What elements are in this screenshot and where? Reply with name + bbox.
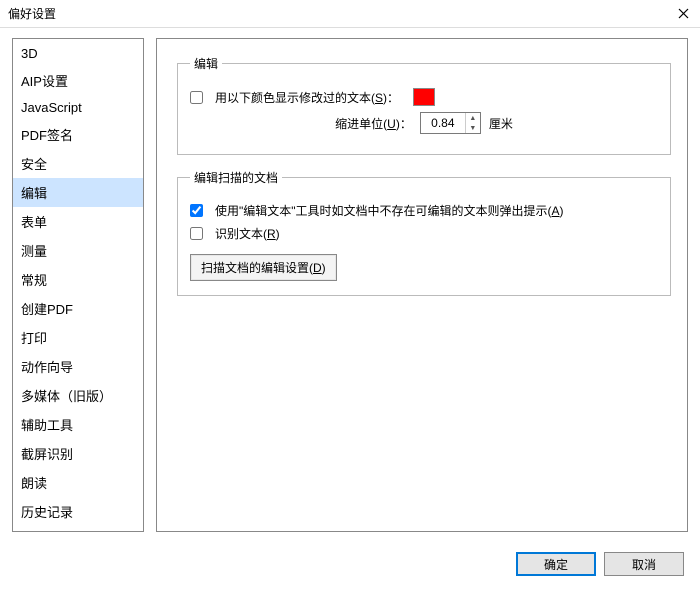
- sidebar-item-7[interactable]: 测量: [13, 236, 143, 265]
- sidebar: 3DAIP设置JavaScriptPDF签名安全编辑表单测量常规创建PDF打印动…: [12, 38, 144, 532]
- group-scanned-doc: 编辑扫描的文档 使用"编辑文本"工具时如文档中不存在可编辑的文本则弹出提示(A)…: [177, 169, 671, 296]
- sidebar-item-0[interactable]: 3D: [13, 41, 143, 66]
- label-show-color: 用以下颜色显示修改过的文本(S)：: [215, 89, 399, 106]
- checkbox-show-color[interactable]: [190, 91, 203, 104]
- stepper-down-icon[interactable]: ▼: [466, 123, 480, 133]
- category-list[interactable]: 3DAIP设置JavaScriptPDF签名安全编辑表单测量常规创建PDF打印动…: [13, 39, 143, 531]
- sidebar-item-9[interactable]: 创建PDF: [13, 294, 143, 323]
- cancel-button[interactable]: 取消: [604, 552, 684, 576]
- indent-stepper[interactable]: 0.84 ▲ ▼: [420, 112, 481, 134]
- scan-settings-button[interactable]: 扫描文档的编辑设置(D): [190, 254, 337, 281]
- row-opt-recognize: 识别文本(R): [190, 225, 658, 242]
- group-editing-legend: 编辑: [190, 55, 222, 72]
- sidebar-item-13[interactable]: 辅助工具: [13, 410, 143, 439]
- sidebar-item-15[interactable]: 朗读: [13, 468, 143, 497]
- window-title: 偏好设置: [8, 5, 56, 22]
- ok-button[interactable]: 确定: [516, 552, 596, 576]
- sidebar-item-4[interactable]: 安全: [13, 149, 143, 178]
- content-panel: 编辑 用以下颜色显示修改过的文本(S)： 缩进单位(U)： 0.84 ▲ ▼ 厘…: [156, 38, 688, 532]
- sidebar-item-2[interactable]: JavaScript: [13, 95, 143, 120]
- spinner: ▲ ▼: [465, 113, 480, 133]
- checkbox-recognize-text[interactable]: [190, 227, 203, 240]
- label-recognize-text: 识别文本(R): [215, 225, 280, 242]
- sidebar-item-11[interactable]: 动作向导: [13, 352, 143, 381]
- sidebar-item-1[interactable]: AIP设置: [13, 66, 143, 95]
- sidebar-item-14[interactable]: 截屏识别: [13, 439, 143, 468]
- row-color-option: 用以下颜色显示修改过的文本(S)：: [190, 88, 658, 106]
- row-indent: 缩进单位(U)： 0.84 ▲ ▼ 厘米: [190, 112, 658, 134]
- stepper-up-icon[interactable]: ▲: [466, 113, 480, 123]
- sidebar-item-5[interactable]: 编辑: [13, 178, 143, 207]
- checkbox-show-prompt[interactable]: [190, 204, 203, 217]
- sidebar-item-8[interactable]: 常规: [13, 265, 143, 294]
- label-show-prompt: 使用"编辑文本"工具时如文档中不存在可编辑的文本则弹出提示(A): [215, 202, 564, 219]
- title-bar: 偏好设置: [0, 0, 700, 28]
- sidebar-item-10[interactable]: 打印: [13, 323, 143, 352]
- dialog-body: 3DAIP设置JavaScriptPDF签名安全编辑表单测量常规创建PDF打印动…: [0, 28, 700, 540]
- sidebar-item-16[interactable]: 历史记录: [13, 497, 143, 526]
- group-scanned-legend: 编辑扫描的文档: [190, 169, 282, 186]
- group-editing: 编辑 用以下颜色显示修改过的文本(S)： 缩进单位(U)： 0.84 ▲ ▼ 厘…: [177, 55, 671, 155]
- indent-unit-suffix: 厘米: [489, 115, 513, 132]
- sidebar-item-3[interactable]: PDF签名: [13, 120, 143, 149]
- close-button[interactable]: [666, 0, 700, 27]
- indent-value: 0.84: [421, 116, 465, 130]
- close-icon: [678, 8, 689, 19]
- dialog-footer: 确定 取消: [0, 540, 700, 588]
- sidebar-item-12[interactable]: 多媒体（旧版）: [13, 381, 143, 410]
- label-indent-unit: 缩进单位(U)：: [335, 115, 412, 132]
- sidebar-item-6[interactable]: 表单: [13, 207, 143, 236]
- sidebar-item-17[interactable]: 拼写检查: [13, 526, 143, 531]
- color-swatch[interactable]: [413, 88, 435, 106]
- row-opt-prompt: 使用"编辑文本"工具时如文档中不存在可编辑的文本则弹出提示(A): [190, 202, 658, 219]
